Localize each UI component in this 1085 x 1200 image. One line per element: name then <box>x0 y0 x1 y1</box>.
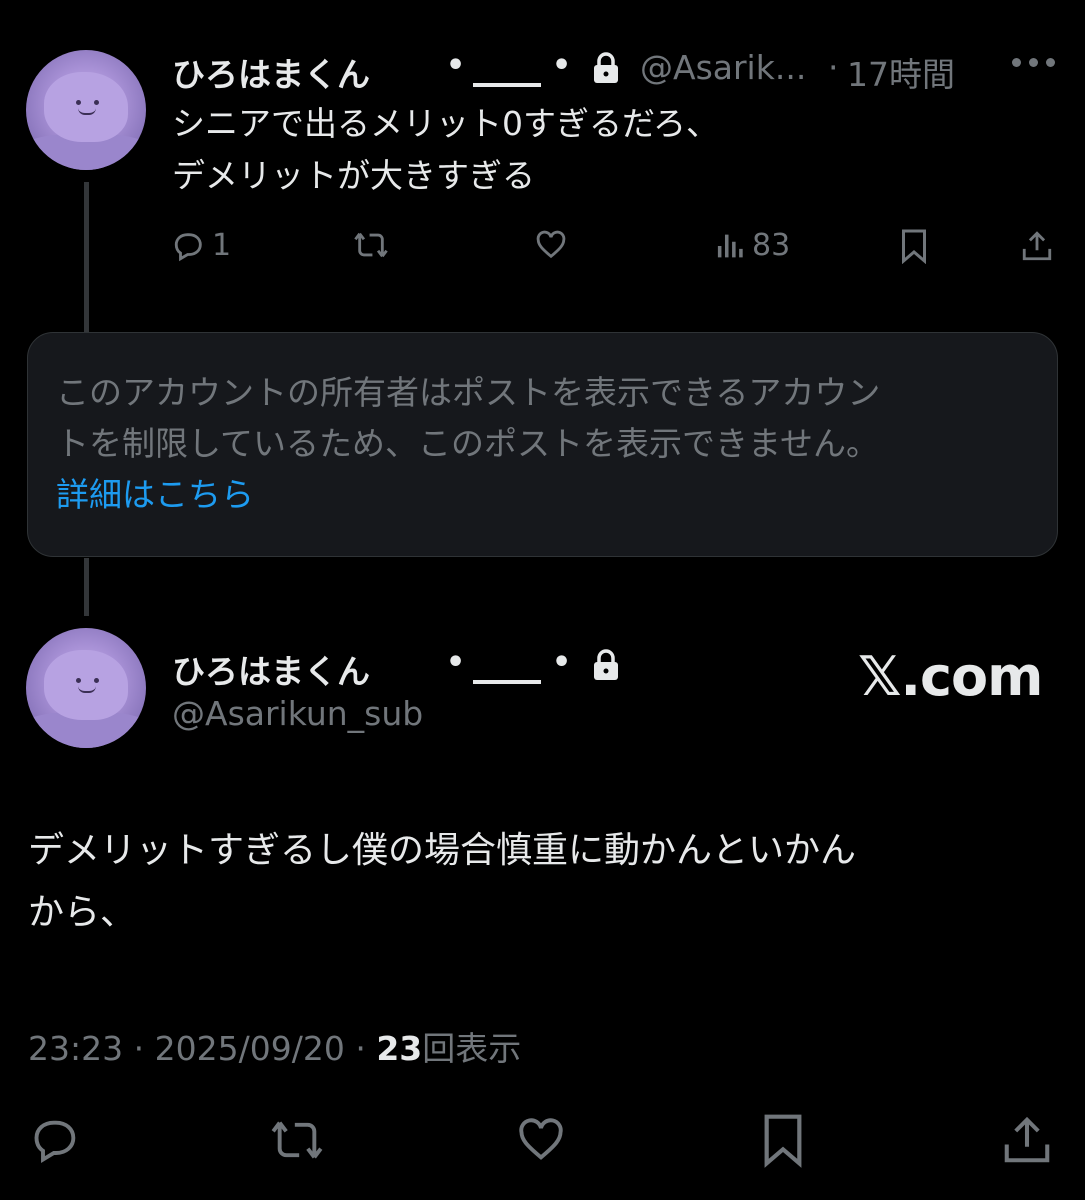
post-text-line: デメリットすぎるし僕の場合慎重に動かんといかん <box>28 830 857 871</box>
handle[interactable]: @Asarik... <box>640 48 806 87</box>
retweet-button[interactable] <box>352 228 390 262</box>
retweet-button[interactable] <box>266 1114 328 1166</box>
notice-text-line: トを制限しているため、このポストを表示できません。 <box>56 424 880 463</box>
retweet-icon <box>354 232 388 258</box>
post-text-line: デメリットが大きすぎる <box>172 156 535 195</box>
handle[interactable]: @Asarikun_sub <box>172 694 423 733</box>
reply-icon <box>34 1120 76 1163</box>
post-text: デメリットすぎるし僕の場合慎重に動かんといかん から、 <box>28 820 856 944</box>
name-underline <box>473 83 541 87</box>
notice-text-line: このアカウントの所有者はポストを表示できるアカウン <box>56 373 881 412</box>
views-button[interactable]: 83 <box>716 228 790 263</box>
views-label: 回表示 <box>422 1029 522 1068</box>
name-separator-dot: • <box>552 645 572 680</box>
bookmark-button[interactable] <box>758 1112 808 1168</box>
share-button[interactable] <box>1020 228 1054 264</box>
lock-icon <box>594 52 618 83</box>
separator: · <box>355 1029 366 1068</box>
post-meta: 23:23 · 2025/09/20 · 23回表示 <box>28 1022 521 1070</box>
bookmark-button[interactable] <box>898 228 930 264</box>
learn-more-link[interactable]: 詳細はこちら <box>56 469 1029 520</box>
bookmark-icon <box>902 229 926 264</box>
bookmark-icon <box>764 1114 802 1168</box>
name-separator-dot: • <box>446 48 466 83</box>
post-time[interactable]: 17時間 <box>847 48 955 96</box>
thread-view: ひろはまくん • • @Asarik... · 17時間 シニアで出るメリット0… <box>0 0 1085 1200</box>
post-time[interactable]: 23:23 <box>28 1029 123 1068</box>
share-icon <box>1022 231 1052 261</box>
more-icon[interactable] <box>1012 58 1055 67</box>
like-button[interactable] <box>533 228 569 262</box>
like-button[interactable] <box>512 1114 570 1166</box>
like-icon <box>519 1118 563 1160</box>
lock-icon <box>594 649 618 680</box>
reply-button[interactable] <box>28 1114 84 1166</box>
like-icon <box>536 230 566 259</box>
restricted-post-notice: このアカウントの所有者はポストを表示できるアカウン トを制限しているため、このポ… <box>27 332 1058 557</box>
name-separator-dot: • <box>446 645 466 680</box>
retweet-icon <box>271 1121 323 1159</box>
share-button[interactable] <box>1000 1112 1054 1168</box>
post-text: シニアで出るメリット0すぎるだろ、 デメリットが大きすぎる <box>172 98 719 202</box>
thread-line <box>84 182 89 332</box>
x-com-logo: 𝕏.com <box>858 645 1043 708</box>
display-name[interactable]: ひろはまくん <box>172 645 370 693</box>
separator: · <box>133 1029 145 1068</box>
display-name[interactable]: ひろはまくん <box>172 48 370 96</box>
views-icon <box>717 234 743 257</box>
views-count: 23 <box>376 1029 423 1068</box>
name-separator-dot: • <box>552 48 572 83</box>
views-count: 83 <box>752 228 791 263</box>
reply-count: 1 <box>212 228 232 263</box>
avatar[interactable] <box>26 628 146 748</box>
share-icon <box>1004 1116 1050 1163</box>
avatar[interactable] <box>26 50 146 170</box>
thread-line <box>84 558 89 616</box>
name-underline <box>473 680 541 684</box>
post-text-line: から、 <box>28 892 137 933</box>
post-date[interactable]: 2025/09/20 <box>155 1029 345 1068</box>
reply-button[interactable]: 1 <box>172 228 231 263</box>
post-text-line: シニアで出るメリット0すぎるだろ、 <box>172 104 720 143</box>
reply-icon <box>174 232 202 261</box>
separator: · <box>828 48 839 87</box>
